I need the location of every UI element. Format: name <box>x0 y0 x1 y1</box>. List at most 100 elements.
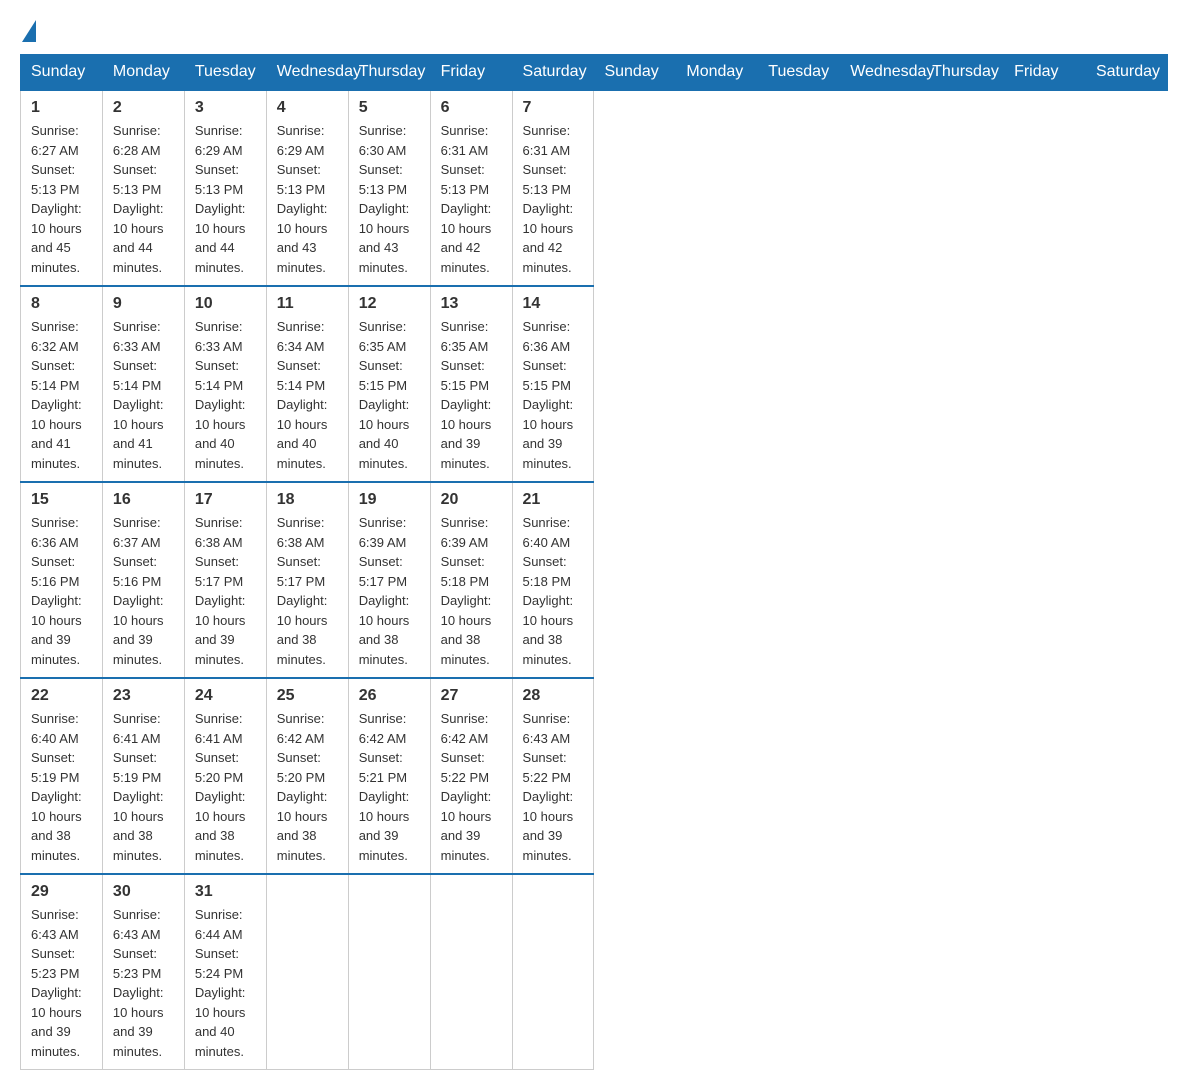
calendar-cell: 19 Sunrise: 6:39 AMSunset: 5:17 PMDayligh… <box>348 482 430 678</box>
calendar-cell: 21Sunrise: 6:40 AMSunset: 5:18 PMDayligh… <box>512 482 594 678</box>
calendar-week-row: 8 Sunrise: 6:32 AMSunset: 5:14 PMDaylight… <box>21 286 1168 482</box>
calendar-cell: 3 Sunrise: 6:29 AMSunset: 5:13 PMDaylight… <box>184 90 266 286</box>
day-number: 28 <box>523 687 584 705</box>
logo <box>20 20 38 38</box>
calendar-cell: 20 Sunrise: 6:39 AMSunset: 5:18 PMDayligh… <box>430 482 512 678</box>
day-info: Sunrise: 6:39 AMSunset: 5:17 PMDaylight:… <box>359 515 410 667</box>
page-header <box>20 20 1168 38</box>
calendar-cell <box>348 874 430 1070</box>
day-info: Sunrise: 6:34 AMSunset: 5:14 PMDaylight:… <box>277 319 328 471</box>
calendar-cell: 28Sunrise: 6:43 AMSunset: 5:22 PMDayligh… <box>512 678 594 874</box>
day-info: Sunrise: 6:42 AMSunset: 5:20 PMDaylight:… <box>277 711 328 863</box>
calendar-week-row: 1 Sunrise: 6:27 AMSunset: 5:13 PMDaylight… <box>21 90 1168 286</box>
day-number: 9 <box>113 295 174 313</box>
calendar-cell: 24 Sunrise: 6:41 AMSunset: 5:20 PMDayligh… <box>184 678 266 874</box>
day-info: Sunrise: 6:39 AMSunset: 5:18 PMDaylight:… <box>441 515 492 667</box>
day-number: 27 <box>441 687 502 705</box>
day-info: Sunrise: 6:33 AMSunset: 5:14 PMDaylight:… <box>113 319 164 471</box>
day-info: Sunrise: 6:40 AMSunset: 5:19 PMDaylight:… <box>31 711 82 863</box>
day-info: Sunrise: 6:35 AMSunset: 5:15 PMDaylight:… <box>359 319 410 471</box>
calendar-cell: 15 Sunrise: 6:36 AMSunset: 5:16 PMDayligh… <box>21 482 103 678</box>
day-number: 31 <box>195 883 256 901</box>
day-number: 17 <box>195 491 256 509</box>
day-info: Sunrise: 6:44 AMSunset: 5:24 PMDaylight:… <box>195 907 246 1059</box>
day-info: Sunrise: 6:30 AMSunset: 5:13 PMDaylight:… <box>359 123 410 275</box>
day-info: Sunrise: 6:42 AMSunset: 5:22 PMDaylight:… <box>441 711 492 863</box>
calendar-cell: 13Sunrise: 6:35 AMSunset: 5:15 PMDayligh… <box>430 286 512 482</box>
day-number: 3 <box>195 99 256 117</box>
calendar-cell: 17 Sunrise: 6:38 AMSunset: 5:17 PMDayligh… <box>184 482 266 678</box>
day-number: 14 <box>523 295 584 313</box>
day-info: Sunrise: 6:32 AMSunset: 5:14 PMDaylight:… <box>31 319 82 471</box>
calendar-cell: 7Sunrise: 6:31 AMSunset: 5:13 PMDaylight… <box>512 90 594 286</box>
weekday-header-wednesday: Wednesday <box>840 55 922 91</box>
day-number: 1 <box>31 99 92 117</box>
day-number: 4 <box>277 99 338 117</box>
day-info: Sunrise: 6:38 AMSunset: 5:17 PMDaylight:… <box>195 515 246 667</box>
day-number: 30 <box>113 883 174 901</box>
weekday-header-tuesday: Tuesday <box>758 55 840 91</box>
day-info: Sunrise: 6:33 AMSunset: 5:14 PMDaylight:… <box>195 319 246 471</box>
calendar-cell: 16 Sunrise: 6:37 AMSunset: 5:16 PMDayligh… <box>102 482 184 678</box>
calendar-cell: 12 Sunrise: 6:35 AMSunset: 5:15 PMDayligh… <box>348 286 430 482</box>
calendar-week-row: 29 Sunrise: 6:43 AMSunset: 5:23 PMDayligh… <box>21 874 1168 1070</box>
calendar-cell: 5Sunrise: 6:30 AMSunset: 5:13 PMDaylight… <box>348 90 430 286</box>
day-number: 20 <box>441 491 502 509</box>
day-info: Sunrise: 6:41 AMSunset: 5:19 PMDaylight:… <box>113 711 164 863</box>
weekday-header-thursday: Thursday <box>348 55 430 91</box>
calendar-cell: 14Sunrise: 6:36 AMSunset: 5:15 PMDayligh… <box>512 286 594 482</box>
weekday-header-saturday: Saturday <box>1085 55 1167 91</box>
calendar-cell <box>266 874 348 1070</box>
day-info: Sunrise: 6:38 AMSunset: 5:17 PMDaylight:… <box>277 515 328 667</box>
day-number: 19 <box>359 491 420 509</box>
day-info: Sunrise: 6:41 AMSunset: 5:20 PMDaylight:… <box>195 711 246 863</box>
day-number: 6 <box>441 99 502 117</box>
weekday-header-thursday: Thursday <box>922 55 1004 91</box>
day-info: Sunrise: 6:40 AMSunset: 5:18 PMDaylight:… <box>523 515 574 667</box>
day-info: Sunrise: 6:36 AMSunset: 5:16 PMDaylight:… <box>31 515 82 667</box>
calendar-cell: 27 Sunrise: 6:42 AMSunset: 5:22 PMDayligh… <box>430 678 512 874</box>
day-info: Sunrise: 6:37 AMSunset: 5:16 PMDaylight:… <box>113 515 164 667</box>
calendar-header-row: SundayMondayTuesdayWednesdayThursdayFrid… <box>21 55 1168 91</box>
day-number: 22 <box>31 687 92 705</box>
day-number: 10 <box>195 295 256 313</box>
day-number: 26 <box>359 687 420 705</box>
weekday-header-saturday: Saturday <box>512 55 594 91</box>
day-info: Sunrise: 6:29 AMSunset: 5:13 PMDaylight:… <box>277 123 328 275</box>
day-number: 12 <box>359 295 420 313</box>
day-info: Sunrise: 6:27 AMSunset: 5:13 PMDaylight:… <box>31 123 82 275</box>
day-number: 16 <box>113 491 174 509</box>
calendar-week-row: 15 Sunrise: 6:36 AMSunset: 5:16 PMDayligh… <box>21 482 1168 678</box>
calendar-cell: 2Sunrise: 6:28 AMSunset: 5:13 PMDaylight… <box>102 90 184 286</box>
calendar-week-row: 22 Sunrise: 6:40 AMSunset: 5:19 PMDayligh… <box>21 678 1168 874</box>
day-number: 8 <box>31 295 92 313</box>
calendar-cell: 26Sunrise: 6:42 AMSunset: 5:21 PMDayligh… <box>348 678 430 874</box>
day-info: Sunrise: 6:31 AMSunset: 5:13 PMDaylight:… <box>523 123 574 275</box>
day-number: 24 <box>195 687 256 705</box>
day-info: Sunrise: 6:31 AMSunset: 5:13 PMDaylight:… <box>441 123 492 275</box>
day-number: 11 <box>277 295 338 313</box>
weekday-header-monday: Monday <box>102 55 184 91</box>
calendar-cell: 1 Sunrise: 6:27 AMSunset: 5:13 PMDaylight… <box>21 90 103 286</box>
calendar-cell: 25Sunrise: 6:42 AMSunset: 5:20 PMDayligh… <box>266 678 348 874</box>
weekday-header-monday: Monday <box>676 55 758 91</box>
calendar-cell: 18 Sunrise: 6:38 AMSunset: 5:17 PMDayligh… <box>266 482 348 678</box>
day-info: Sunrise: 6:43 AMSunset: 5:23 PMDaylight:… <box>113 907 164 1059</box>
calendar-cell: 22 Sunrise: 6:40 AMSunset: 5:19 PMDayligh… <box>21 678 103 874</box>
calendar-cell: 11 Sunrise: 6:34 AMSunset: 5:14 PMDayligh… <box>266 286 348 482</box>
day-number: 18 <box>277 491 338 509</box>
weekday-header-tuesday: Tuesday <box>184 55 266 91</box>
calendar-cell <box>430 874 512 1070</box>
calendar-cell: 10 Sunrise: 6:33 AMSunset: 5:14 PMDayligh… <box>184 286 266 482</box>
weekday-header-friday: Friday <box>430 55 512 91</box>
day-info: Sunrise: 6:29 AMSunset: 5:13 PMDaylight:… <box>195 123 246 275</box>
calendar-cell <box>512 874 594 1070</box>
day-number: 2 <box>113 99 174 117</box>
calendar-cell: 30 Sunrise: 6:43 AMSunset: 5:23 PMDayligh… <box>102 874 184 1070</box>
day-number: 15 <box>31 491 92 509</box>
day-number: 29 <box>31 883 92 901</box>
day-info: Sunrise: 6:43 AMSunset: 5:23 PMDaylight:… <box>31 907 82 1059</box>
calendar-cell: 23Sunrise: 6:41 AMSunset: 5:19 PMDayligh… <box>102 678 184 874</box>
calendar-cell: 9 Sunrise: 6:33 AMSunset: 5:14 PMDaylight… <box>102 286 184 482</box>
calendar-cell: 6 Sunrise: 6:31 AMSunset: 5:13 PMDaylight… <box>430 90 512 286</box>
